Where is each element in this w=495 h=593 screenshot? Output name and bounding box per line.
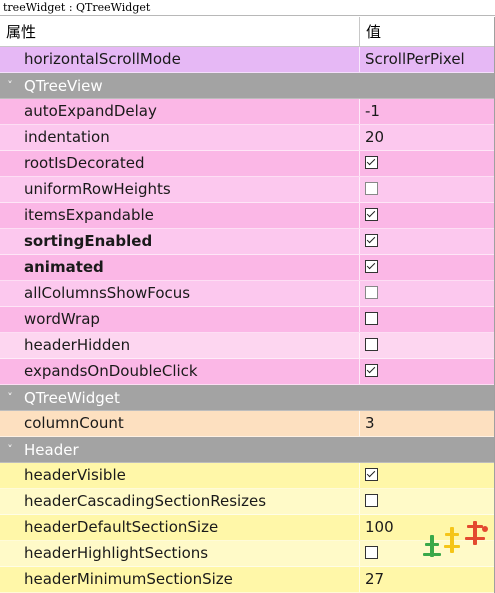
property-name: itemsExpandable [0,203,360,228]
property-row[interactable]: indentation 20 [0,125,494,151]
chevron-down-icon[interactable]: ˅ [0,443,20,456]
property-row[interactable]: headerCascadingSectionResizes [0,489,494,515]
property-value[interactable]: ScrollPerPixel [360,47,494,72]
decorative-stamp-icon [423,521,488,557]
property-name: animated [0,255,360,280]
property-row[interactable]: animated [0,255,494,281]
checkbox-checked[interactable] [365,156,378,169]
property-name: headerHidden [0,333,360,358]
property-row[interactable]: wordWrap [0,307,494,333]
checkbox-checked[interactable] [365,364,378,377]
group-row-qtreewidget[interactable]: ˅ QTreeWidget [0,385,494,411]
group-name: QTreeView [24,76,103,95]
property-name: headerCascadingSectionResizes [0,489,360,514]
property-name: uniformRowHeights [0,177,360,202]
chevron-down-icon[interactable]: ˅ [0,79,20,92]
property-row[interactable]: headerHidden [0,333,494,359]
chevron-down-icon[interactable]: ˅ [0,391,20,404]
property-name: headerMinimumSectionSize [0,567,360,592]
group-name: QTreeWidget [24,388,120,407]
group-row-qtreeview[interactable]: ˅ QTreeView [0,73,494,99]
property-value[interactable]: 20 [360,125,494,150]
checkbox-unchecked[interactable] [365,494,378,507]
property-name: wordWrap [0,307,360,332]
property-name: rootIsDecorated [0,151,360,176]
property-row[interactable]: rootIsDecorated [0,151,494,177]
property-name: expandsOnDoubleClick [0,359,360,384]
checkbox-checked[interactable] [365,234,378,247]
property-row[interactable]: autoExpandDelay -1 [0,99,494,125]
property-row[interactable]: headerMinimumSectionSize 27 [0,567,494,593]
property-row[interactable]: sortingEnabled [0,229,494,255]
property-name: columnCount [0,411,360,436]
checkbox-unchecked[interactable] [365,546,378,559]
property-row[interactable]: uniformRowHeights [0,177,494,203]
property-row[interactable]: horizontalScrollMode ScrollPerPixel [0,47,494,73]
value-column-header[interactable]: 值 [360,17,494,46]
property-name: horizontalScrollMode [0,47,360,72]
group-row-header[interactable]: ˅ Header [0,437,494,463]
property-row[interactable]: headerVisible [0,463,494,489]
property-name: autoExpandDelay [0,99,360,124]
property-row[interactable]: itemsExpandable [0,203,494,229]
property-name: allColumnsShowFocus [0,281,360,306]
property-grid: 属性 值 horizontalScrollMode ScrollPerPixel… [0,17,495,593]
property-column-header[interactable]: 属性 [0,17,360,46]
checkbox-unchecked[interactable] [365,182,378,195]
grid-header: 属性 值 [0,17,494,47]
property-name: indentation [0,125,360,150]
window-title: treeWidget : QTreeWidget [0,0,495,16]
checkbox-checked[interactable] [365,468,378,481]
checkbox-unchecked[interactable] [365,338,378,351]
property-name: headerDefaultSectionSize [0,515,360,540]
property-name: headerHighlightSections [0,541,360,566]
property-name: headerVisible [0,463,360,488]
property-value[interactable]: -1 [360,99,494,124]
checkbox-checked[interactable] [365,260,378,273]
property-name: sortingEnabled [0,229,360,254]
group-name: Header [24,440,79,459]
checkbox-checked[interactable] [365,208,378,221]
property-row[interactable]: expandsOnDoubleClick [0,359,494,385]
checkbox-unchecked[interactable] [365,286,378,299]
checkbox-unchecked[interactable] [365,312,378,325]
property-value[interactable]: 3 [360,411,494,436]
property-row[interactable]: allColumnsShowFocus [0,281,494,307]
property-value[interactable]: 27 [360,567,494,592]
property-row[interactable]: columnCount 3 [0,411,494,437]
